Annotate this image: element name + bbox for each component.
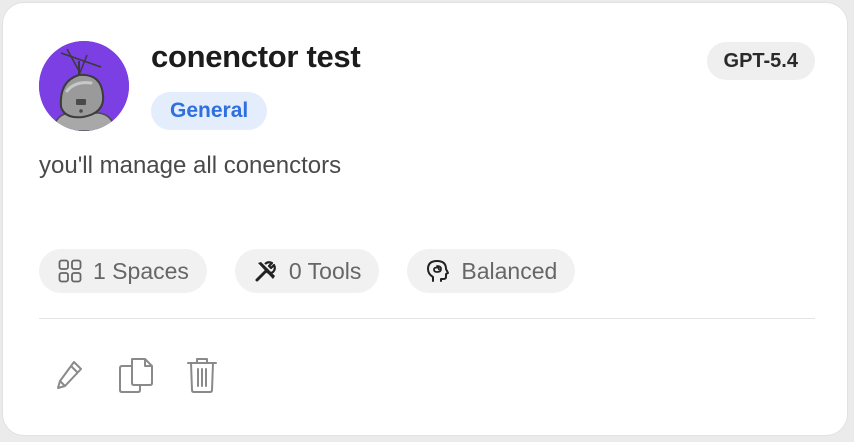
divider [39,318,815,319]
edit-icon [57,361,82,389]
category-badge: General [151,92,268,130]
spaces-label: 1 Spaces [93,257,189,284]
duplicate-button[interactable] [117,355,155,395]
agent-description: you'll manage all conenctors [39,152,342,179]
tools-label: 0 Tools [288,257,362,284]
edit-button[interactable] [51,355,89,395]
copy-icon [119,358,153,393]
tools-icon [255,261,276,282]
agent-card[interactable]: conenctor test General GPT-5.4 you'll ma… [2,2,848,436]
model-badge: GPT-5.4 [706,42,815,80]
actions-row [51,355,221,395]
robot-avatar-icon [39,41,129,131]
agent-name: conenctor test [151,39,361,74]
grid-icon [58,259,82,283]
avatar [39,41,129,131]
tools-chip[interactable]: 0 Tools [234,249,380,293]
spaces-chip[interactable]: 1 Spaces [39,249,207,293]
reasoning-chip[interactable]: Balanced [407,249,576,293]
stats-row: 1 Spaces 0 Tools Balanced [39,249,576,293]
brain-head-icon [427,260,450,282]
trash-icon [187,358,217,393]
reasoning-label: Balanced [461,257,558,284]
delete-button[interactable] [183,355,221,395]
